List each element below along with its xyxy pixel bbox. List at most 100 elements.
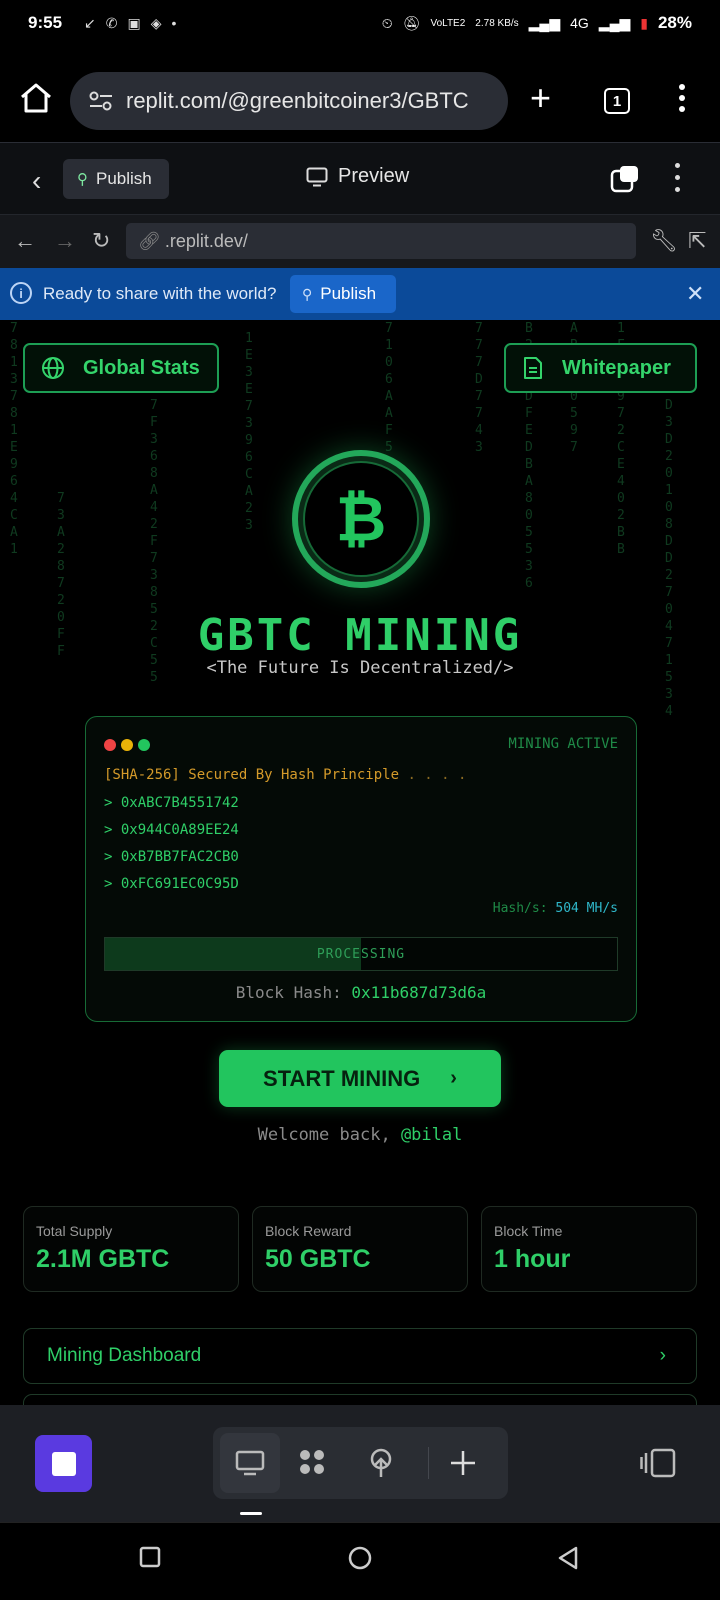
status-bar: 9:55 ↙ ✆ ▣ ◈ • ⏲ 🔕︎ VoLTE2 2.78 KB/s ▂▄▆… [0,0,720,46]
site-settings-icon[interactable] [88,90,114,112]
back-arrow-icon[interactable]: ← [14,228,36,254]
external-link-icon[interactable]: ⇱ [688,228,706,254]
stop-icon [51,1451,76,1476]
hash-line: > 0xFC691EC0C95D [104,876,239,892]
mute-icon: 🔕︎ [402,14,421,31]
back-chevron-icon[interactable]: ‹ [32,165,41,197]
progress-bar: PROCESSING [104,937,618,971]
replit-menu-icon[interactable] [673,163,681,195]
red-dot-icon [104,739,116,751]
forward-arrow-icon[interactable]: → [54,228,76,254]
yellow-dot-icon [121,739,133,751]
close-icon[interactable]: ✕ [686,281,704,307]
page-subtitle: <The Future Is Decentralized/> [206,658,514,678]
toolbar-divider [428,1447,429,1479]
progress-label: PROCESSING [316,947,406,962]
battery-level: 28% [657,13,692,32]
mining-dashboard-link[interactable]: Mining Dashboard › [23,1328,697,1384]
preview-nav-bar: ← → ↻ 🔗︎ .replit.dev/ 🔧︎ ⇱ [0,214,720,268]
wrench-icon[interactable]: 🔧︎ [650,228,678,254]
reload-icon[interactable]: ↻ [92,228,110,254]
stat-label: Block Reward [265,1223,352,1239]
welcome-prefix: Welcome back, [257,1125,391,1145]
browser-toolbar: replit.com/@greenbitcoiner3/GBTC + 1 [0,60,720,142]
whitepaper-label: Whitepaper [562,356,671,379]
globe-icon [42,357,64,379]
link-icon: 🔗︎ [138,230,161,251]
preview-url-text: .replit.dev/ [164,230,248,251]
stat-card-total-supply: Total Supply 2.1M GBTC [23,1206,239,1292]
mining-status: MINING ACTIVE [508,736,618,752]
dot-icon: • [171,14,177,31]
global-stats-label: Global Stats [83,356,200,379]
browser-menu-icon[interactable] [678,84,686,114]
net-speed: 2.78 KB/s [475,17,519,29]
matrix-rain-column: 7813781E964CA1 [10,321,18,557]
matrix-rain-column: 1E3E7396CA23 [245,331,253,533]
signal-icon: ▂▄▆ [528,14,561,31]
panes-icon[interactable] [610,165,640,193]
stat-card-block-reward: Block Reward 50 GBTC [252,1206,468,1292]
hash-line: > 0xABC7B4551742 [104,795,239,811]
hash-line: > 0xB7BB7FAC2CB0 [104,849,239,865]
publish-label: Publish [96,169,152,188]
username: @bilal [400,1125,463,1145]
alarm-icon: ⏲ [381,14,393,31]
volte-indicator: VoLTE2 [430,17,466,29]
deploy-icon[interactable] [365,1447,397,1479]
global-stats-button[interactable]: Global Stats [23,343,219,393]
next-section-card[interactable] [23,1394,697,1405]
banner-publish-button[interactable]: ⚲ Publish [290,275,396,313]
app-switch-button[interactable] [35,1435,92,1492]
welcome-message: Welcome back, @bilal [0,1125,720,1145]
missed-call-icon: ↙ [84,14,96,31]
info-icon: i [10,282,32,304]
preview-tab[interactable]: Preview [306,165,409,188]
page-title: GBTC MINING [197,610,523,661]
signal2-icon: ▂▄▆ [598,14,631,31]
back-nav-icon[interactable] [556,1545,580,1571]
replit-header: ‹ ⚲ Publish Preview [0,142,720,214]
hashrate-value: 504 MH/s [555,901,618,916]
banner-publish-label: Publish [320,284,377,303]
preview-url-field[interactable]: 🔗︎ .replit.dev/ [126,223,636,259]
stat-label: Block Time [494,1223,563,1239]
sync-icon: ◈ [150,14,162,31]
stat-value: 2.1M GBTC [36,1245,170,1273]
publish-icon: ⚲ [77,171,88,188]
home-nav-icon[interactable] [347,1545,373,1571]
hashrate-readout: Hash/s: 504 MH/s [493,901,618,916]
replit-bottom-toolbar [0,1405,720,1522]
tool-group [213,1427,508,1499]
bitcoin-logo: ₿ [292,450,430,588]
publish-button[interactable]: ⚲ Publish [63,159,169,199]
whitepaper-button[interactable]: Whitepaper [504,343,697,393]
agent-icon[interactable] [297,1447,329,1479]
address-bar[interactable]: replit.com/@greenbitcoiner3/GBTC [70,72,508,130]
sidebar-toggle-icon[interactable] [640,1447,676,1479]
recents-icon[interactable] [138,1545,162,1569]
new-tab-icon[interactable]: + [530,80,551,116]
matrix-rain-column: 7106AAF5 [385,321,393,455]
network-type: 4G [570,15,589,31]
add-icon[interactable] [447,1447,479,1479]
tab-switcher-button[interactable]: 1 [604,88,630,114]
document-icon [524,357,542,379]
block-hash-value: 0x11b687d73d6a [351,983,487,1002]
mining-terminal: MINING ACTIVE [SHA-256] Secured By Hash … [85,716,637,1022]
start-mining-label: START MINING [263,1065,421,1091]
monitor-icon [306,167,328,186]
sha-line: [SHA-256] Secured By Hash Principle . . … [104,767,466,783]
sha-text: [SHA-256] Secured By Hash Principle [104,767,400,783]
start-mining-button[interactable]: START MINING › [219,1050,501,1107]
stat-value: 1 hour [494,1245,571,1273]
block-hash: Block Hash: 0x11b687d73d6a [86,983,636,1002]
preview-label: Preview [338,165,410,187]
mining-dashboard-label: Mining Dashboard [47,1345,202,1366]
publish-banner: i Ready to share with the world? ⚲ Publi… [0,268,720,320]
monitor-icon[interactable] [234,1447,266,1479]
home-icon[interactable] [18,80,54,116]
stat-value: 50 GBTC [265,1245,371,1273]
clock: 9:55 [28,13,63,32]
chevron-right-icon: › [659,1345,666,1366]
